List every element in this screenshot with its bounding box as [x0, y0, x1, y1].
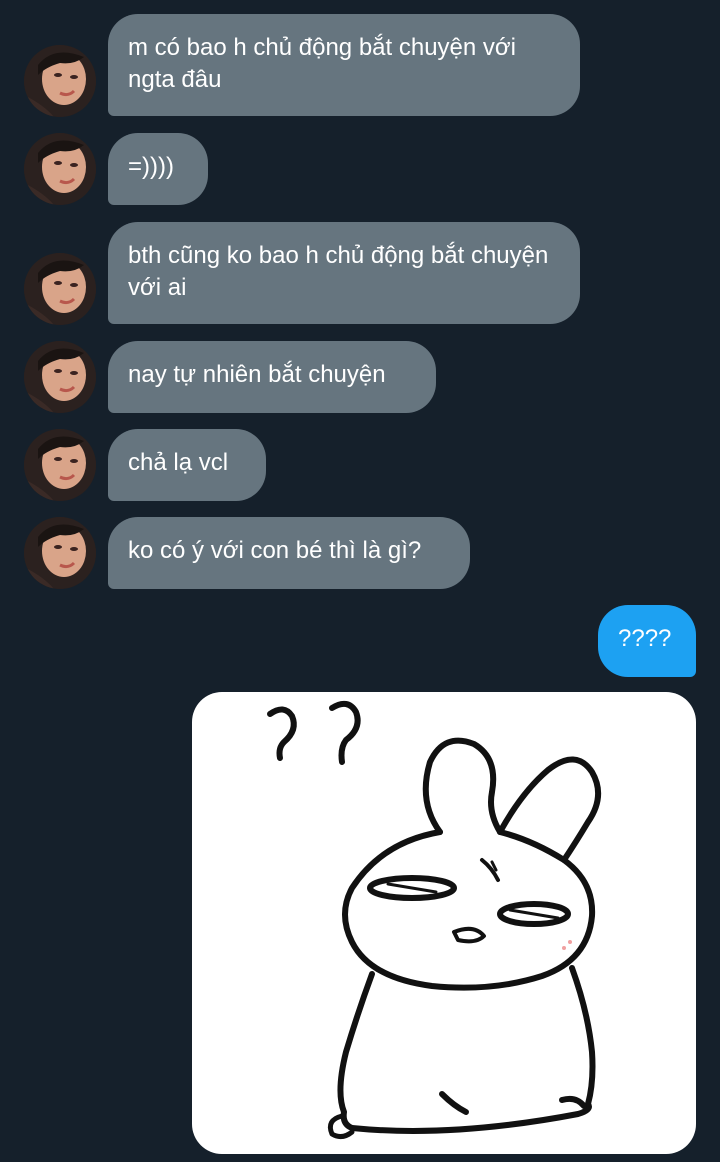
sender-avatar[interactable]: [24, 517, 96, 589]
incoming-message[interactable]: m có bao h chủ động bắt chuyện với ngta …: [108, 14, 580, 116]
sender-avatar[interactable]: [24, 253, 96, 325]
message-text: =)))): [128, 153, 174, 180]
incoming-message[interactable]: =)))): [108, 133, 208, 205]
message-text: ko có ý với con bé thì là gì?: [128, 537, 422, 564]
message-text: chả lạ vcl: [128, 449, 229, 476]
sender-avatar[interactable]: [24, 341, 96, 413]
message-text: m có bao h chủ động bắt chuyện với ngta …: [128, 34, 516, 93]
incoming-message[interactable]: ko có ý với con bé thì là gì?: [108, 517, 470, 589]
sticker-image[interactable]: [192, 692, 696, 1154]
chat-screen: m có bao h chủ động bắt chuyện với ngta …: [0, 0, 720, 1162]
sender-avatar[interactable]: [24, 429, 96, 501]
avatar-photo-icon: [24, 133, 96, 205]
message-text: bth cũng ko bao h chủ động bắt chuyện vớ…: [128, 242, 549, 301]
outgoing-message[interactable]: ????: [598, 605, 696, 677]
avatar-photo-icon: [24, 45, 96, 117]
incoming-message[interactable]: chả lạ vcl: [108, 429, 266, 501]
confused-bunny-sticker-icon: [267, 700, 601, 1140]
incoming-message[interactable]: nay tự nhiên bắt chuyện: [108, 341, 436, 413]
incoming-message[interactable]: bth cũng ko bao h chủ động bắt chuyện vớ…: [108, 222, 580, 324]
avatar-photo-icon: [24, 517, 96, 589]
avatar-photo-icon: [24, 429, 96, 501]
message-text: ????: [618, 625, 672, 652]
message-text: nay tự nhiên bắt chuyện: [128, 361, 386, 388]
avatar-photo-icon: [24, 253, 96, 325]
sender-avatar[interactable]: [24, 45, 96, 117]
sender-avatar[interactable]: [24, 133, 96, 205]
avatar-photo-icon: [24, 341, 96, 413]
